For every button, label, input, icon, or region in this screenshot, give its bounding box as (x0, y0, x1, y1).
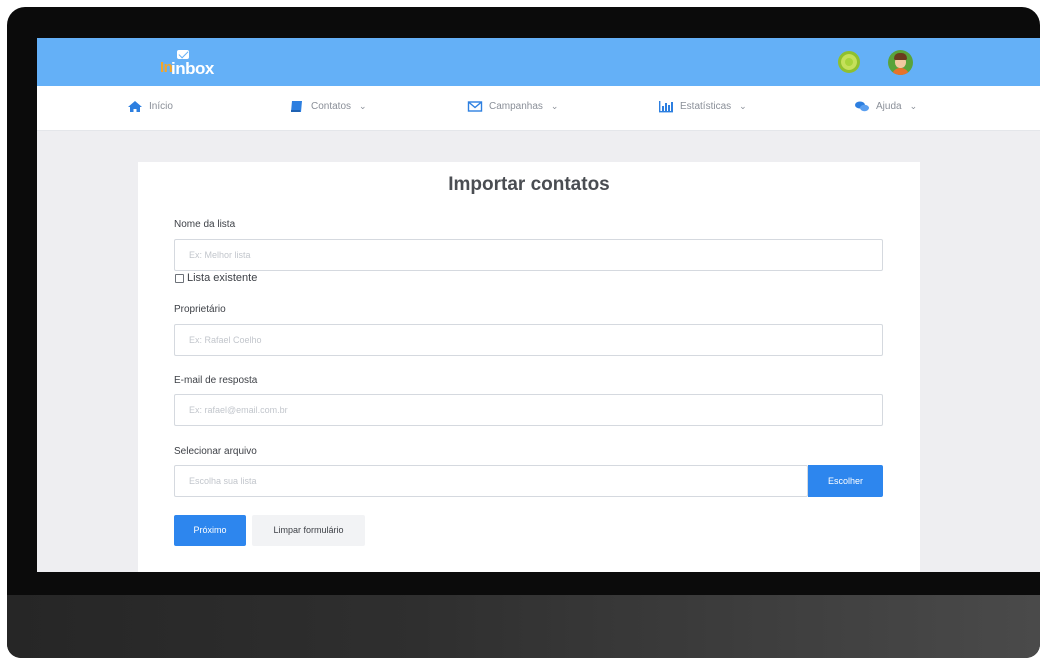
reply-email-input[interactable]: Ex: rafael@email.com.br (174, 394, 883, 426)
owner-label: Proprietário (174, 304, 226, 315)
choose-file-button[interactable]: Escolher (808, 465, 883, 497)
status-indicator-icon[interactable] (838, 51, 860, 73)
chevron-down-icon: ⌄ (739, 101, 747, 111)
laptop-frame: In inbox Início Contatos ⌄ Campanhas ⌄ E… (7, 7, 1040, 658)
avatar-shirt (892, 68, 909, 75)
chat-bubbles-icon (855, 101, 869, 112)
home-icon (128, 101, 142, 112)
existing-list-checkbox[interactable] (175, 273, 184, 283)
envelope-logo-icon (177, 50, 189, 59)
top-header: In inbox (37, 38, 1040, 86)
owner-input[interactable]: Ex: Rafael Coelho (174, 324, 883, 356)
reply-email-label: E-mail de resposta (174, 375, 258, 386)
select-file-label: Selecionar arquivo (174, 446, 257, 457)
page-title: Importar contatos (448, 174, 610, 195)
laptop-base (7, 595, 1040, 658)
main-nav: Início Contatos ⌄ Campanhas ⌄ Estatístic… (37, 86, 1040, 131)
file-input[interactable]: Escolha sua lista (174, 465, 808, 497)
next-button[interactable]: Próximo (174, 515, 246, 546)
nav-label-campanhas: Campanhas (489, 101, 543, 112)
envelope-icon (467, 101, 483, 112)
nav-item-campanhas[interactable]: Campanhas ⌄ (467, 100, 558, 113)
user-avatar[interactable] (888, 50, 913, 75)
chevron-down-icon: ⌄ (359, 101, 367, 111)
nav-label-ajuda: Ajuda (876, 101, 902, 112)
clear-form-button[interactable]: Limpar formulário (252, 515, 365, 546)
nav-item-contatos[interactable]: Contatos ⌄ (289, 100, 367, 113)
chevron-down-icon: ⌄ (909, 101, 918, 111)
nav-item-ajuda[interactable]: Ajuda ⌄ (854, 100, 917, 113)
address-book-icon (291, 101, 302, 112)
nav-label-contatos: Contatos (311, 101, 352, 112)
avatar-hair (894, 53, 907, 60)
app-logo[interactable]: In inbox (160, 50, 220, 78)
nav-item-inicio[interactable]: Início (127, 100, 173, 113)
chevron-down-icon: ⌄ (550, 101, 559, 111)
app-screen: In inbox Início Contatos ⌄ Campanhas ⌄ E… (37, 38, 1040, 572)
nav-label-estatisticas: Estatísticas (680, 101, 732, 112)
list-name-label: Nome da lista (174, 219, 236, 230)
existing-list-label: Lista existente (187, 272, 258, 284)
bar-chart-icon (659, 101, 673, 113)
existing-list-checkbox-row[interactable]: Lista existente (175, 272, 257, 284)
logo-name: inbox (171, 59, 214, 78)
list-name-input[interactable]: Ex: Melhor lista (174, 239, 883, 271)
import-contacts-card: Importar contatos Nome da lista Ex: Melh… (138, 162, 920, 572)
nav-item-estatisticas[interactable]: Estatísticas ⌄ (658, 100, 747, 113)
nav-label-inicio: Início (149, 101, 173, 112)
